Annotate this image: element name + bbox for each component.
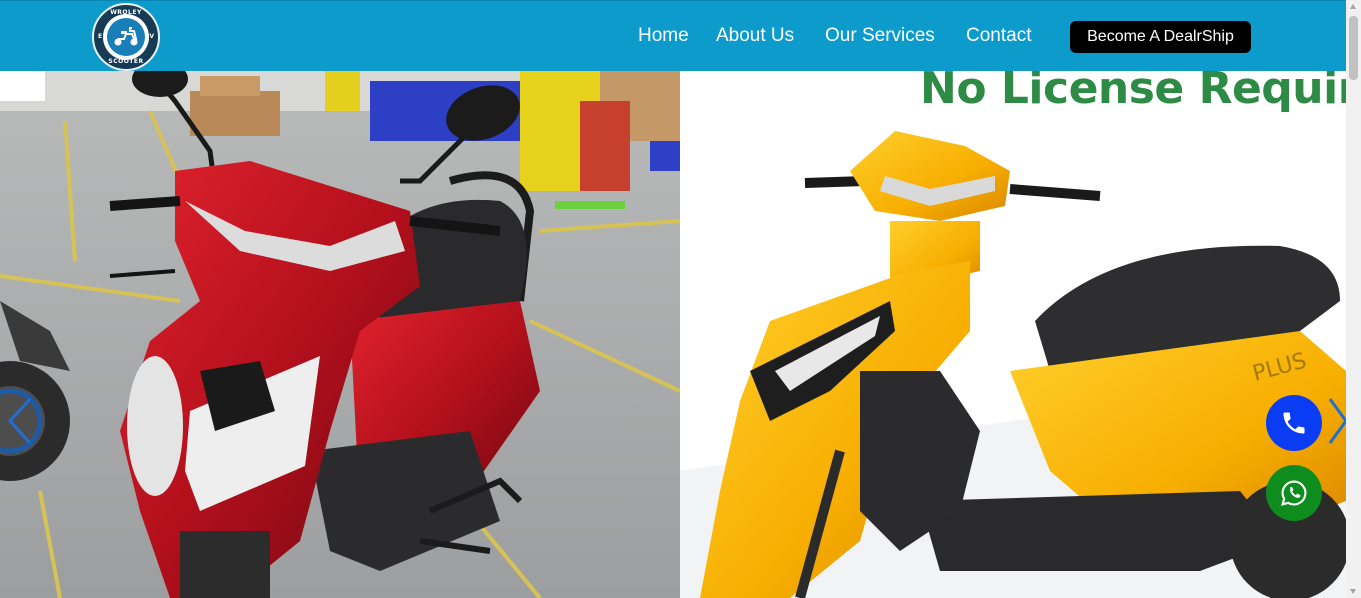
hero-slider: PLUS No License Required. — [0, 71, 1346, 598]
chevron-right-icon[interactable] — [1326, 396, 1346, 446]
nav-home[interactable]: Home — [638, 22, 689, 50]
whatsapp-button[interactable] — [1266, 465, 1322, 521]
scrollbar-thumb[interactable] — [1349, 16, 1358, 80]
logo-letter-right: V — [149, 33, 154, 40]
page-scrollbar[interactable] — [1346, 0, 1361, 598]
yellow-scooter-illustration: PLUS — [680, 71, 1346, 598]
scooter-icon — [114, 27, 138, 46]
nav-our-services[interactable]: Our Services — [825, 22, 935, 50]
become-dealership-button[interactable]: Become A DealrShip — [1070, 21, 1251, 53]
logo-text-bottom: SCOOTER — [108, 58, 144, 65]
chevron-left-icon[interactable] — [4, 396, 34, 446]
yellow-scooter-image: PLUS No License Required. — [680, 71, 1346, 598]
logo-text-top: WROLEY — [110, 9, 142, 16]
page: WROLEY SCOOTER E V Home About Us Our Ser… — [0, 0, 1361, 598]
phone-icon — [1283, 412, 1305, 434]
whatsapp-icon — [1281, 480, 1307, 506]
top-navbar: WROLEY SCOOTER E V Home About Us Our Ser… — [0, 0, 1346, 71]
hero-headline: No License Required. — [920, 71, 1346, 114]
call-button[interactable] — [1266, 395, 1322, 451]
scroll-down-icon[interactable] — [1350, 589, 1356, 594]
nav-about-us[interactable]: About Us — [716, 22, 794, 50]
red-scooter-illustration — [0, 71, 680, 598]
logo-letter-left: E — [98, 33, 103, 40]
brand-logo[interactable]: WROLEY SCOOTER E V — [92, 3, 160, 71]
scroll-up-icon[interactable] — [1350, 4, 1356, 9]
red-scooter-image — [0, 71, 680, 598]
nav-contact[interactable]: Contact — [966, 22, 1031, 50]
